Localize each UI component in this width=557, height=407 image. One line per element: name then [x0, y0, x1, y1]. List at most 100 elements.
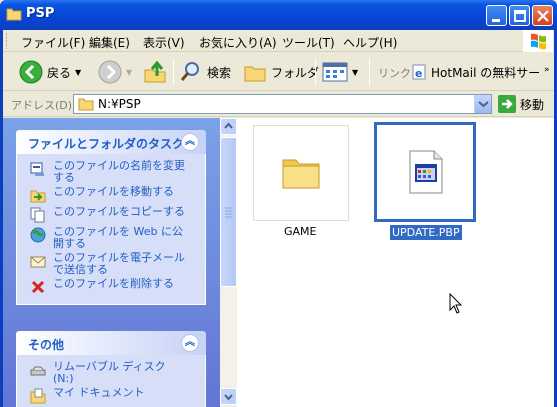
folder-icon: [78, 98, 94, 111]
task-label[interactable]: マイ ドキュメント: [53, 387, 189, 399]
task-label[interactable]: このファイルを電子メールで送信する: [53, 252, 189, 276]
views-dropdown-icon[interactable]: ▼: [352, 68, 358, 77]
scroll-up-button[interactable]: [220, 118, 237, 135]
menu-view[interactable]: 表示(V): [143, 34, 185, 51]
views-icon: [322, 62, 348, 82]
panel-title: その他: [28, 338, 65, 352]
task-label[interactable]: このファイルを Web に公開する: [53, 226, 189, 250]
task-label[interactable]: このファイルを移動する: [53, 186, 189, 198]
mouse-cursor-icon: [449, 293, 463, 314]
task-label[interactable]: このファイルをコピーする: [53, 206, 189, 218]
panel-body: このファイルの名前を変更する このファイルを移動する このファイルをコピーする …: [16, 154, 206, 305]
panel-header[interactable]: ファイルとフォルダのタスク ︽: [16, 130, 206, 154]
task-label[interactable]: リムーバブル ディスク (N:): [53, 361, 189, 385]
grip-icon: [225, 207, 232, 218]
globe-icon: [30, 227, 46, 243]
back-button[interactable]: 戻る ▼: [19, 58, 81, 86]
menu-edit[interactable]: 編集(E): [89, 34, 130, 51]
toolbar-separator: [315, 59, 316, 85]
task-pane: ファイルとフォルダのタスク ︽ このファイルの名前を変更する このファイルを移動…: [3, 118, 233, 407]
search-button[interactable]: 検索: [179, 58, 231, 86]
svg-text:e: e: [415, 67, 422, 80]
other-places-panel: その他 ︽ リムーバブル ディスク (N:) マイ ドキュメント: [16, 331, 206, 407]
maximize-button[interactable]: [509, 5, 530, 26]
explorer-window: PSP ファイル(F) 編集(E) 表示(V) お気に入り(A) ツール(T) …: [0, 0, 557, 407]
back-arrow-icon: [19, 60, 43, 84]
my-documents-icon: [30, 388, 46, 404]
file-folder-tasks-panel: ファイルとフォルダのタスク ︽ このファイルの名前を変更する このファイルを移動…: [16, 130, 206, 305]
address-bar: アドレス(D) N:¥PSP 移動: [3, 92, 554, 117]
application-file-icon: [409, 150, 443, 194]
links-label: リンク: [378, 67, 411, 80]
menu-favorites[interactable]: お気に入り(A): [199, 34, 277, 51]
forward-arrow-icon: [98, 60, 122, 84]
file-list-view[interactable]: GAME UPDATE.PBP: [237, 118, 554, 407]
task-delete[interactable]: このファイルを削除する: [17, 278, 205, 296]
address-label: アドレス(D): [11, 99, 73, 112]
email-icon: [30, 256, 46, 268]
ie-page-icon: e: [412, 64, 426, 80]
go-arrow-icon: [498, 95, 516, 113]
task-publish-web[interactable]: このファイルを Web に公開する: [17, 226, 205, 250]
place-removable-disk[interactable]: リムーバブル ディスク (N:): [17, 361, 205, 385]
window-title: PSP: [26, 6, 55, 21]
go-label: 移動: [520, 97, 545, 112]
up-folder-button[interactable]: [143, 58, 167, 86]
task-label[interactable]: このファイルの名前を変更する: [53, 160, 189, 184]
title-bar[interactable]: PSP: [0, 0, 557, 30]
scroll-thumb[interactable]: [220, 137, 237, 287]
menu-tools[interactable]: ツール(T): [282, 34, 335, 51]
place-my-documents[interactable]: マイ ドキュメント: [17, 387, 205, 405]
file-item-game[interactable]: GAME: [253, 125, 349, 245]
task-pane-scrollbar[interactable]: [220, 118, 237, 407]
windows-logo-icon: [523, 30, 553, 52]
menu-bar: ファイル(F) 編集(E) 表示(V) お気に入り(A) ツール(T) ヘルプ(…: [3, 30, 554, 52]
link-hotmail-label: HotMail の無料サー: [431, 65, 541, 80]
address-input[interactable]: N:¥PSP: [73, 94, 492, 114]
task-label[interactable]: このファイルを削除する: [53, 278, 189, 290]
collapse-icon[interactable]: ︽: [181, 133, 199, 151]
file-name: GAME: [284, 225, 317, 238]
views-button[interactable]: ▼: [322, 58, 358, 86]
menu-file[interactable]: ファイル(F): [21, 34, 85, 51]
up-folder-icon: [144, 60, 166, 83]
folders-icon: [244, 66, 266, 82]
task-copy[interactable]: このファイルをコピーする: [17, 206, 205, 224]
panel-body: リムーバブル ディスク (N:) マイ ドキュメント: [16, 355, 206, 407]
maximize-icon: [514, 10, 526, 22]
link-hotmail[interactable]: e HotMail の無料サー: [411, 58, 540, 86]
task-rename[interactable]: このファイルの名前を変更する: [17, 160, 205, 184]
address-dropdown-button[interactable]: [474, 95, 491, 113]
back-label: 戻る: [47, 65, 72, 80]
folder-icon: [6, 8, 22, 21]
chevron-down-icon: [224, 394, 233, 401]
panel-title: ファイルとフォルダのタスク: [28, 137, 185, 151]
forward-button[interactable]: ▼: [98, 58, 132, 86]
panel-header[interactable]: その他 ︽: [16, 331, 206, 355]
file-name: UPDATE.PBP: [389, 224, 463, 241]
move-icon: [30, 190, 46, 203]
forward-dropdown-icon[interactable]: ▼: [126, 68, 132, 77]
folders-button[interactable]: フォルダ: [243, 58, 319, 86]
back-dropdown-icon[interactable]: ▼: [75, 68, 81, 77]
folders-label: フォルダ: [271, 65, 320, 80]
removable-drive-icon: [30, 366, 46, 376]
file-item-update-pbp[interactable]: UPDATE.PBP: [374, 122, 476, 247]
menu-help[interactable]: ヘルプ(H): [343, 34, 397, 51]
minimize-button[interactable]: [486, 5, 507, 26]
scroll-down-button[interactable]: [220, 388, 237, 405]
window-body: ファイル(F) 編集(E) 表示(V) お気に入り(A) ツール(T) ヘルプ(…: [3, 30, 554, 407]
close-button[interactable]: [532, 5, 553, 26]
address-value: N:¥PSP: [98, 97, 141, 111]
go-button[interactable]: 移動: [498, 95, 544, 113]
thumbnail-frame: [253, 125, 349, 221]
task-email[interactable]: このファイルを電子メールで送信する: [17, 252, 205, 276]
task-move[interactable]: このファイルを移動する: [17, 186, 205, 204]
delete-icon: [31, 280, 45, 294]
menu-grip[interactable]: [6, 33, 9, 49]
search-icon: [180, 62, 199, 81]
collapse-icon[interactable]: ︽: [181, 334, 199, 352]
copy-icon: [30, 207, 45, 223]
folder-icon: [282, 159, 320, 189]
toolbar-chevron-icon[interactable]: »: [544, 65, 550, 75]
